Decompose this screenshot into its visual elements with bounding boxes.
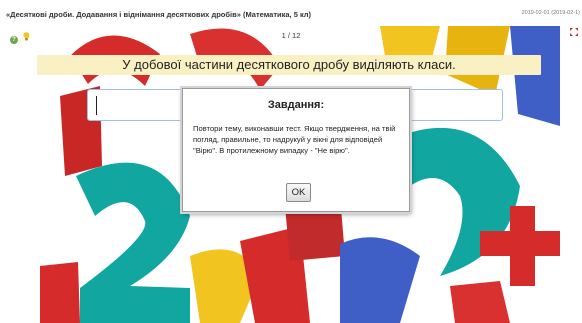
dialog-text: Повтори тему, виконавши тест. Якщо тверд… xyxy=(193,124,396,156)
page-title: «Десяткові дроби. Додавання і віднімання… xyxy=(6,10,312,19)
dialog-title: Завдання: xyxy=(267,99,325,111)
header-bar: «Десяткові дроби. Додавання і віднімання… xyxy=(0,0,582,26)
question-counter: 1 / 12 xyxy=(281,31,301,40)
task-dialog: Завдання: Повтори тему, виконавши тест. … xyxy=(182,88,410,212)
question-statement: У добової частини десяткового дробу виді… xyxy=(37,55,541,75)
datestamp: 2019-02-01 (2019-02-1) xyxy=(521,10,580,16)
ok-button[interactable]: OK xyxy=(286,183,311,202)
text-caret xyxy=(96,96,97,115)
expand-icon[interactable] xyxy=(570,28,578,36)
